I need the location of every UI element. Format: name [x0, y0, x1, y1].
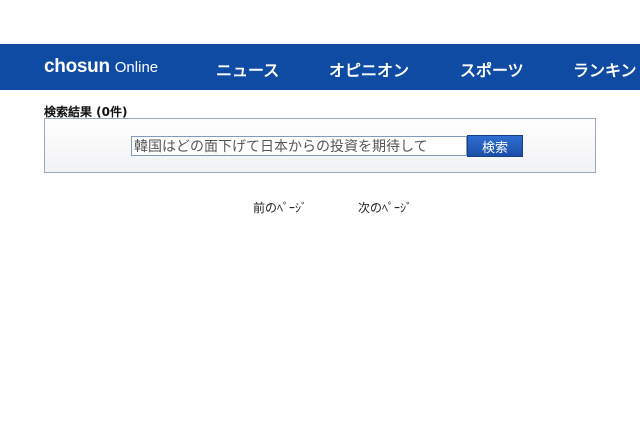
- logo-subtitle: Online: [114, 59, 159, 76]
- search-panel: 検索: [44, 118, 596, 173]
- nav-item-sports[interactable]: スポーツ: [460, 57, 524, 81]
- prev-page-link[interactable]: 前のﾍﾟｰｼﾞ: [253, 199, 307, 216]
- top-navbar: chosun Online ニュース オピニオン スポーツ ランキン: [0, 44, 640, 90]
- next-page-link[interactable]: 次のﾍﾟｰｼﾞ: [358, 199, 412, 216]
- search-input[interactable]: [131, 136, 467, 156]
- nav-item-news[interactable]: ニュース: [216, 57, 279, 81]
- nav-item-ranking[interactable]: ランキン: [573, 57, 637, 81]
- nav-item-opinion[interactable]: オピニオン: [329, 57, 409, 81]
- site-logo[interactable]: chosun Online: [44, 56, 158, 78]
- logo-wordmark: chosun: [44, 56, 110, 77]
- search-button[interactable]: 検索: [467, 135, 523, 157]
